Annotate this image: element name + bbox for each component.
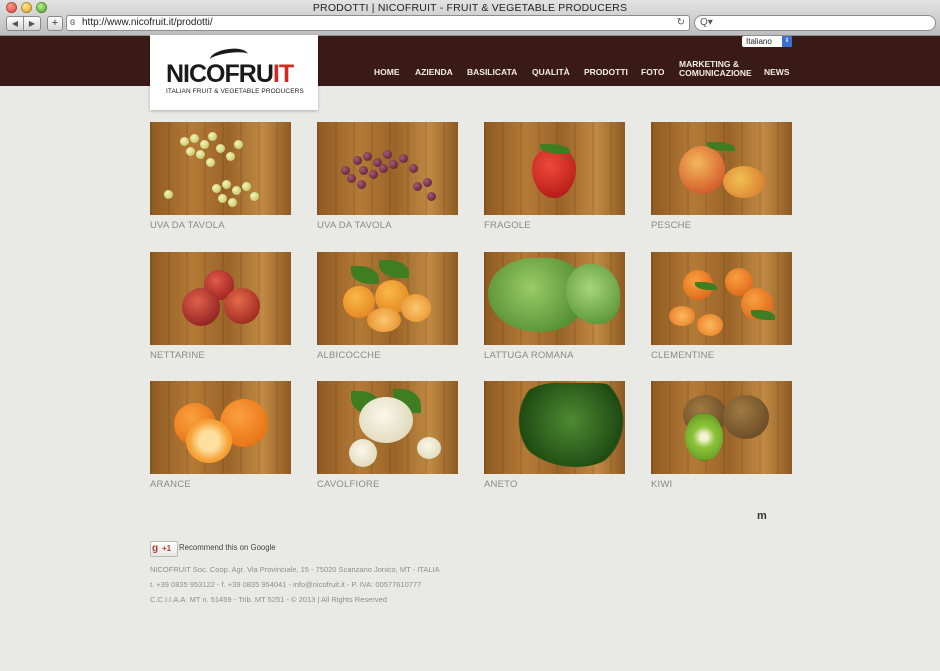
product-image[interactable] bbox=[651, 252, 792, 345]
forward-button[interactable]: ▶ bbox=[23, 16, 41, 31]
product-card[interactable]: ANETO bbox=[484, 381, 626, 490]
product-image[interactable] bbox=[317, 381, 458, 474]
product-card[interactable]: UVA DA TAVOLA bbox=[150, 122, 292, 231]
product-name[interactable]: UVA DA TAVOLA bbox=[317, 220, 459, 231]
plus-one-label: +1 bbox=[162, 544, 172, 553]
designer-credit-icon[interactable]: m bbox=[757, 510, 767, 522]
product-name[interactable]: ANETO bbox=[484, 479, 626, 490]
logo-tagline: ITALIAN FRUIT & VEGETABLE PRODUCERS bbox=[166, 88, 304, 95]
menu-item-azienda[interactable]: AZIENDA bbox=[415, 68, 453, 77]
product-image[interactable] bbox=[317, 252, 458, 345]
product-image[interactable] bbox=[651, 381, 792, 474]
product-card[interactable]: CLEMENTINE bbox=[651, 252, 793, 361]
product-name[interactable]: CLEMENTINE bbox=[651, 350, 793, 361]
product-image[interactable] bbox=[150, 252, 291, 345]
menu-item-qualita[interactable]: QUALITÀ bbox=[532, 68, 570, 77]
product-card[interactable]: KIWI bbox=[651, 381, 793, 490]
product-name[interactable]: LATTUGA ROMANA bbox=[484, 350, 626, 361]
language-select[interactable]: Italiano ⇕ bbox=[742, 36, 792, 47]
product-image[interactable] bbox=[484, 122, 625, 215]
product-card[interactable]: PESCHE bbox=[651, 122, 793, 231]
reload-icon[interactable]: ↻ bbox=[677, 16, 685, 30]
menu-item-foto[interactable]: FOTO bbox=[641, 68, 664, 77]
product-name[interactable]: CAVOLFIORE bbox=[317, 479, 459, 490]
product-image[interactable] bbox=[150, 122, 291, 215]
address-url: http://www.nicofruit.it/prodotti/ bbox=[82, 17, 213, 28]
product-card[interactable]: ARANCE bbox=[150, 381, 292, 490]
site-logo[interactable]: NICOFRUIT ITALIAN FRUIT & VEGETABLE PROD… bbox=[150, 35, 318, 110]
menu-item-news[interactable]: NEWS bbox=[764, 68, 790, 77]
product-card[interactable]: CAVOLFIORE bbox=[317, 381, 459, 490]
product-name[interactable]: ALBICOCCHE bbox=[317, 350, 459, 361]
product-card[interactable]: LATTUGA ROMANA bbox=[484, 252, 626, 361]
menu-item-comunicazione[interactable]: COMUNICAZIONE bbox=[679, 69, 752, 78]
product-card[interactable]: ALBICOCCHE bbox=[317, 252, 459, 361]
browser-toolbar: PRODOTTI | NICOFRUIT - FRUIT & VEGETABLE… bbox=[0, 0, 940, 36]
footer-contacts: t. +39 0835 953122 - f. +39 0835 954041 … bbox=[150, 580, 422, 589]
language-selected: Italiano bbox=[746, 37, 772, 46]
search-field[interactable]: Q▾ bbox=[694, 15, 936, 31]
back-button[interactable]: ◀ bbox=[6, 16, 24, 31]
product-name[interactable]: NETTARINE bbox=[150, 350, 292, 361]
logo-wordmark: NICOFRUIT bbox=[166, 60, 294, 88]
product-name[interactable]: ARANCE bbox=[150, 479, 292, 490]
menu-item-prodotti[interactable]: PRODOTTI bbox=[584, 68, 628, 77]
product-image[interactable] bbox=[150, 381, 291, 474]
add-bookmark-button[interactable]: + bbox=[47, 16, 63, 31]
address-bar[interactable]: ɞ http://www.nicofruit.it/prodotti/ ↻ bbox=[66, 15, 690, 31]
product-image[interactable] bbox=[317, 122, 458, 215]
select-arrows-icon: ⇕ bbox=[782, 36, 792, 47]
google-plus-button[interactable]: g +1 bbox=[150, 541, 178, 557]
window-title: PRODOTTI | NICOFRUIT - FRUIT & VEGETABLE… bbox=[312, 2, 628, 14]
product-name[interactable]: UVA DA TAVOLA bbox=[150, 220, 292, 231]
menu-item-basilicata[interactable]: BASILICATA bbox=[467, 68, 517, 77]
footer-legal: C.C.I.I.A.A. MT n. 51459 - Trib. MT 5251… bbox=[150, 595, 387, 604]
product-card[interactable]: FRAGOLE bbox=[484, 122, 626, 231]
site-header: HOME AZIENDA BASILICATA QUALITÀ PRODOTTI… bbox=[0, 36, 940, 86]
product-name[interactable]: KIWI bbox=[651, 479, 793, 490]
product-card[interactable]: UVA DA TAVOLA bbox=[317, 122, 459, 231]
product-image[interactable] bbox=[651, 122, 792, 215]
site-favicon-icon: ɞ bbox=[70, 17, 76, 28]
recommend-text: Recommend this on Google bbox=[179, 543, 276, 552]
product-name[interactable]: PESCHE bbox=[651, 220, 793, 231]
product-card[interactable]: NETTARINE bbox=[150, 252, 292, 361]
product-image[interactable] bbox=[484, 381, 625, 474]
menu-item-home[interactable]: HOME bbox=[374, 68, 400, 77]
search-icon: Q▾ bbox=[700, 17, 713, 28]
footer-address: NICOFRUIT Soc. Coop. Agr. Via Provincial… bbox=[150, 565, 440, 574]
product-image[interactable] bbox=[484, 252, 625, 345]
google-icon: g bbox=[152, 543, 159, 554]
product-name[interactable]: FRAGOLE bbox=[484, 220, 626, 231]
